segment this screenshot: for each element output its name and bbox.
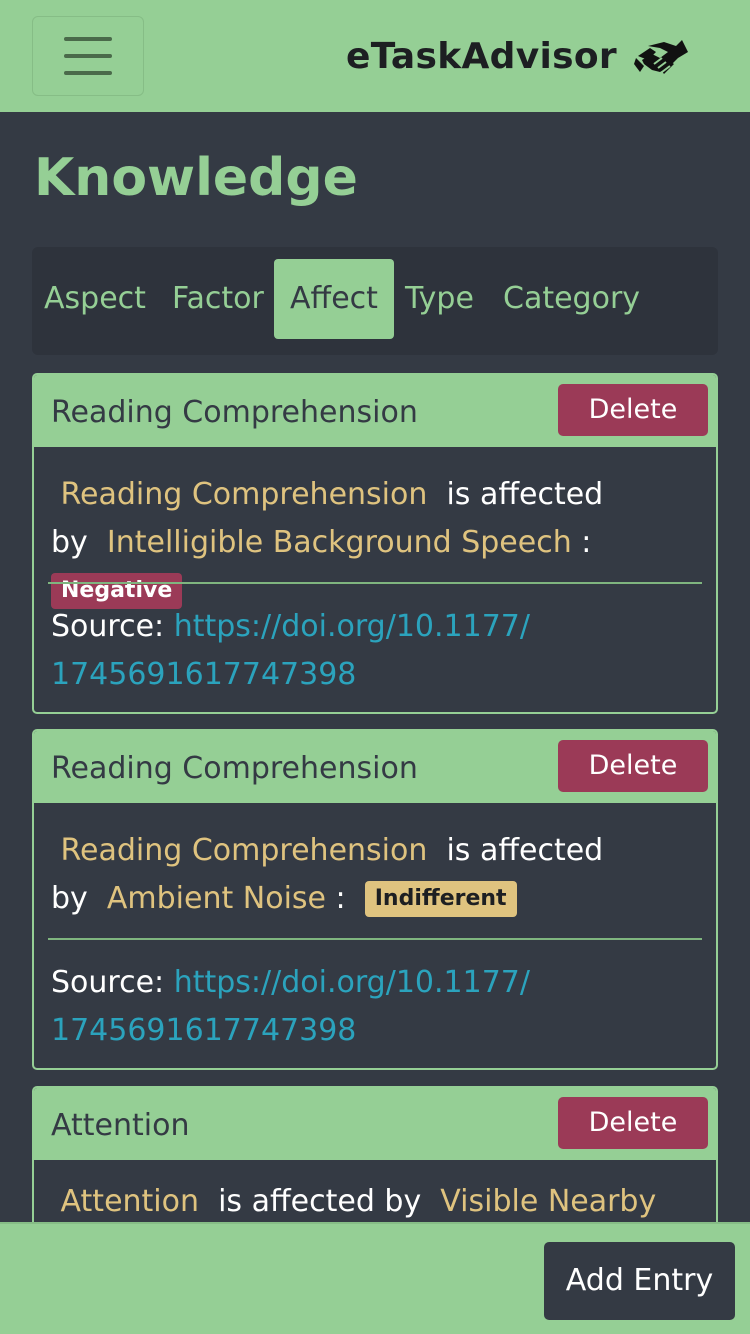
delete-button[interactable]: Delete	[558, 1097, 708, 1149]
connector-text: is affected by	[218, 1184, 422, 1219]
source-line: Source: https://doi.org/10.1177/ 1745691…	[51, 603, 691, 699]
connector-text: is affected	[446, 477, 604, 512]
connector-text: is affected	[446, 833, 604, 868]
subject-name[interactable]: Attention	[61, 1184, 199, 1219]
source-link-cont[interactable]: 1745691617747398	[51, 1013, 356, 1048]
colon-text: :	[581, 525, 592, 560]
source-label: Source:	[51, 609, 165, 644]
tab-bar: Aspect Factor Affect Type Category	[32, 247, 718, 355]
affect-statement: Reading Comprehension is affected by Amb…	[51, 827, 691, 923]
source-link[interactable]: https://doi.org/10.1177/	[174, 609, 530, 644]
card-title: Reading Comprehension	[51, 751, 418, 786]
factor-name[interactable]: Ambient Noise	[107, 881, 326, 916]
top-navbar: eTaskAdvisor	[0, 0, 750, 112]
affect-card: Reading Comprehension Delete Reading Com…	[32, 729, 718, 1070]
source-link-cont[interactable]: 1745691617747398	[51, 657, 356, 692]
connector-text: by	[51, 525, 88, 560]
brand-title[interactable]: eTaskAdvisor	[346, 36, 617, 77]
subject-name[interactable]: Reading Comprehension	[61, 833, 428, 868]
subject-name[interactable]: Reading Comprehension	[61, 477, 428, 512]
source-line: Source: https://doi.org/10.1177/ 1745691…	[51, 959, 691, 1055]
affect-statement: Attention is affected by Visible Nearby	[51, 1178, 691, 1226]
card-title: Reading Comprehension	[51, 395, 418, 430]
card-header: Reading Comprehension Delete	[34, 375, 716, 447]
page-title: Knowledge	[34, 148, 358, 208]
card-header: Attention Delete	[34, 1088, 716, 1160]
add-entry-button[interactable]: Add Entry	[544, 1242, 735, 1320]
tab-affect[interactable]: Affect	[274, 259, 394, 339]
effect-badge: Indifferent	[364, 881, 517, 917]
tab-type[interactable]: Type	[405, 259, 474, 339]
card-header: Reading Comprehension Delete	[34, 731, 716, 803]
factor-name[interactable]: Visible Nearby	[440, 1184, 656, 1219]
colon-text: :	[335, 881, 346, 916]
bottom-action-bar: Add Entry	[0, 1222, 750, 1334]
divider	[48, 582, 702, 584]
source-label: Source:	[51, 965, 165, 1000]
affect-statement: Reading Comprehension is affected by Int…	[51, 471, 691, 615]
delete-button[interactable]: Delete	[558, 384, 708, 436]
tab-aspect[interactable]: Aspect	[44, 259, 146, 339]
tab-factor[interactable]: Factor	[172, 259, 264, 339]
factor-name[interactable]: Intelligible Background Speech	[107, 525, 572, 560]
hamburger-menu-icon[interactable]	[32, 16, 144, 96]
source-link[interactable]: https://doi.org/10.1177/	[174, 965, 530, 1000]
tab-category[interactable]: Category	[503, 259, 640, 339]
delete-button[interactable]: Delete	[558, 740, 708, 792]
card-title: Attention	[51, 1108, 190, 1143]
affect-card: Reading Comprehension Delete Reading Com…	[32, 373, 718, 714]
connector-text: by	[51, 881, 88, 916]
handshake-icon	[634, 40, 688, 74]
divider	[48, 938, 702, 940]
